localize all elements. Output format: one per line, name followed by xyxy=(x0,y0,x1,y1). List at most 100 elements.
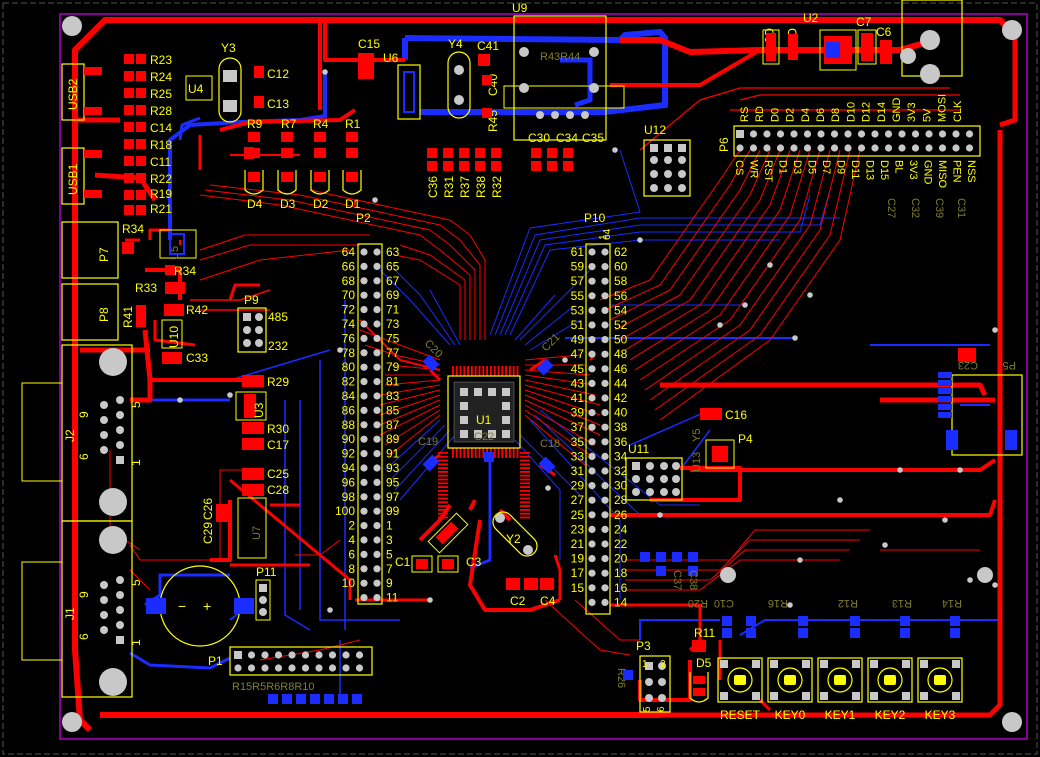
r4-label: R4 xyxy=(313,117,329,131)
p2-label: P2 xyxy=(356,211,371,225)
p2-right-pin-number: 11 xyxy=(386,591,399,605)
r16-label: R16 xyxy=(768,597,788,609)
c34-label: C34 xyxy=(556,131,578,145)
p4-label: P4 xyxy=(738,432,753,446)
c28-label: C28 xyxy=(267,483,289,497)
p10-right-pin-number: 56 xyxy=(614,289,628,303)
p6-bottom-pin-label: D9 xyxy=(835,160,847,174)
p10-right-pin-number: 44 xyxy=(614,376,628,390)
p2-left-pin-number: 90 xyxy=(342,432,356,446)
r28-label: R28 xyxy=(150,104,172,118)
c27-label: C27 xyxy=(885,198,897,218)
r14-label: R14 xyxy=(942,597,962,609)
p6-top-pin-label: D10 xyxy=(845,102,857,122)
c16-label: C16 xyxy=(725,408,747,422)
p10-left-pin-number: 37 xyxy=(571,420,585,434)
pcb-viewport[interactable]: USB2 USB1 R23 R24 R25 R28 C14 R18 C11 R2… xyxy=(0,0,1040,757)
p2-left-pin-number: 8 xyxy=(348,562,355,576)
c18-label: C18 xyxy=(540,438,560,450)
j1-pin-6: 6 xyxy=(77,633,91,640)
r1-label: R1 xyxy=(345,117,361,131)
p10-label: P10 xyxy=(584,211,606,225)
p10-left-pin-number: 55 xyxy=(571,289,585,303)
p10-right-pin-number: 38 xyxy=(614,420,628,434)
c36-label: C36 xyxy=(426,176,440,198)
d3-label: D3 xyxy=(280,197,296,211)
p2-right-pin-number: 81 xyxy=(386,375,400,389)
p10-right-pin-number: 62 xyxy=(614,245,628,259)
p2-left-pin-number: 74 xyxy=(342,317,356,331)
p2-left-pin-number: 94 xyxy=(342,461,356,475)
r23-label: R23 xyxy=(150,53,172,67)
reset-label: RESET xyxy=(720,708,761,722)
p10-right-pin-number: 36 xyxy=(614,435,628,449)
p6-top-pin-label: RS xyxy=(739,107,751,122)
r32-label: R32 xyxy=(490,176,504,198)
p6-bottom-pin-label: D5 xyxy=(806,160,818,174)
p3-pin-2: 2 xyxy=(660,659,666,670)
p10-left-pin-number: 49 xyxy=(571,333,585,347)
u7-label: U7 xyxy=(251,526,263,540)
p10-right-pin-number: 18 xyxy=(614,566,628,580)
u3-label: U3 xyxy=(252,402,266,418)
p2-left-pin-number: 6 xyxy=(348,547,355,561)
pcb-board[interactable]: USB2 USB1 R23 R24 R25 R28 C14 R18 C11 R2… xyxy=(0,0,1040,757)
p10-left-pin-number: 23 xyxy=(571,522,585,536)
r18-label: R18 xyxy=(150,138,172,152)
d4-label: D4 xyxy=(247,197,263,211)
r29-label: R29 xyxy=(267,375,289,389)
j1-pin-1: 1 xyxy=(129,639,143,646)
c15-label: C15 xyxy=(358,37,380,51)
p2-right-pin-number: 3 xyxy=(386,533,393,547)
p2-right-pin-number: 1 xyxy=(386,519,393,533)
p6-top-pin-label: D2 xyxy=(785,108,797,122)
r19-label: R19 xyxy=(150,187,172,201)
c30-label: C30 xyxy=(528,131,550,145)
p10-right-pin-number: 40 xyxy=(614,406,628,420)
p2-left-pin-number: 76 xyxy=(342,331,356,345)
u11-label: U11 xyxy=(628,442,649,456)
p10-left-pin-number: 19 xyxy=(571,552,585,566)
p10-left-pin-number: 29 xyxy=(571,479,585,493)
p2-right-pin-number: 71 xyxy=(386,303,400,317)
p6-top-pin-label: 3V3 xyxy=(906,102,918,122)
p11-label: P11 xyxy=(256,565,277,579)
p2-right-pin-number: 9 xyxy=(386,576,393,590)
u13-label: U13 xyxy=(691,452,703,472)
p2-left-pin-number: 98 xyxy=(342,490,356,504)
c39-label: C39 xyxy=(933,198,945,218)
r7-label: R7 xyxy=(281,117,297,131)
p2-left-pin-number: 88 xyxy=(342,418,356,432)
p10-left-pin-number: 45 xyxy=(571,362,585,376)
p6-bottom-pin-label: PEN xyxy=(951,160,963,183)
p1-label: P1 xyxy=(208,654,223,668)
p10-left-pin-number: 57 xyxy=(571,274,585,288)
c26-label: C26 xyxy=(201,498,215,520)
d1-label: D1 xyxy=(345,197,361,211)
p6-top-pin-label: D0 xyxy=(769,108,781,122)
p10-left-pin-number: 27 xyxy=(571,493,585,507)
c41-label: C41 xyxy=(477,39,499,53)
u4-label: U4 xyxy=(188,82,204,96)
d5-label: D5 xyxy=(696,656,712,670)
d2-label: D2 xyxy=(313,197,329,211)
p2-right-pin-number: 65 xyxy=(386,259,400,273)
p3-pin-6: 6 xyxy=(656,706,667,712)
y2-label: Y2 xyxy=(506,532,521,546)
p6-top-pin-label: D4 xyxy=(800,108,812,122)
c37-label: C37 xyxy=(671,570,683,590)
p7-label: P7 xyxy=(97,247,111,262)
p6-label: P6 xyxy=(717,137,731,152)
p10-right-pin-number: 52 xyxy=(614,318,628,332)
j2-label: J2 xyxy=(63,429,77,442)
p2-left-pin-number: 66 xyxy=(342,259,356,273)
p5-label: P5 xyxy=(1003,359,1016,371)
c2-label: C2 xyxy=(510,594,526,608)
r34b-label: R34 xyxy=(174,264,196,278)
r11-label: R11 xyxy=(694,626,715,640)
p2-left-pin-number: 100 xyxy=(335,504,355,518)
p2-right-pin-number: 87 xyxy=(386,418,400,432)
key3-label: KEY3 xyxy=(925,708,956,722)
r24-label: R24 xyxy=(150,70,172,84)
p10-left-pin-number: 15 xyxy=(571,581,585,595)
